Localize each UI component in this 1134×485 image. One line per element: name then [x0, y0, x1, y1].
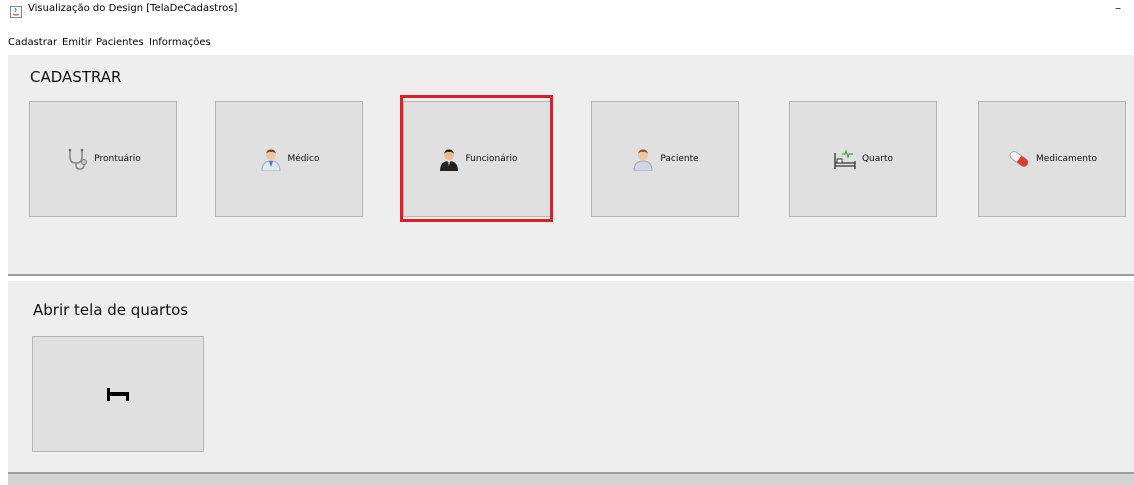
- pill-icon: [1007, 147, 1031, 171]
- stethoscope-icon: [65, 147, 89, 171]
- hospital-bed-icon: [833, 147, 857, 171]
- menu-pacientes[interactable]: Pacientes: [96, 37, 144, 49]
- menu-emitir[interactable]: Emitir: [62, 37, 92, 49]
- quarto-button[interactable]: Quarto: [789, 101, 937, 217]
- medicamento-label: Medicamento: [1035, 154, 1098, 164]
- window-title: Visualização do Design [TelaDeCadastros]: [28, 3, 238, 14]
- doctor-icon: [259, 147, 283, 171]
- minimize-button[interactable]: –: [1108, 0, 1128, 18]
- prontuario-button[interactable]: Prontuário: [29, 101, 177, 217]
- open-rooms-button[interactable]: [32, 336, 204, 452]
- title-bar: Visualização do Design [TelaDeCadastros]…: [0, 0, 1134, 18]
- cadastrar-heading: CADASTRAR: [30, 68, 122, 86]
- prontuario-label: Prontuário: [94, 154, 141, 164]
- section-divider: [8, 274, 1134, 276]
- menu-informacoes[interactable]: Informações: [149, 37, 211, 49]
- paciente-label: Paciente: [660, 154, 699, 164]
- java-app-icon: [10, 3, 22, 18]
- paciente-button[interactable]: Paciente: [591, 101, 739, 217]
- selection-highlight: [400, 95, 553, 222]
- medico-button[interactable]: Médico: [215, 101, 363, 217]
- medicamento-button[interactable]: Medicamento: [978, 101, 1126, 217]
- menu-bar: Cadastrar Emitir Pacientes Informações: [0, 36, 1134, 52]
- status-strip: [8, 474, 1134, 485]
- menu-cadastrar[interactable]: Cadastrar: [8, 37, 57, 49]
- quarto-label: Quarto: [861, 154, 894, 164]
- medico-label: Médico: [287, 154, 320, 164]
- quartos-heading: Abrir tela de quartos: [33, 301, 189, 319]
- bed-icon: [106, 386, 130, 402]
- patient-icon: [631, 147, 655, 171]
